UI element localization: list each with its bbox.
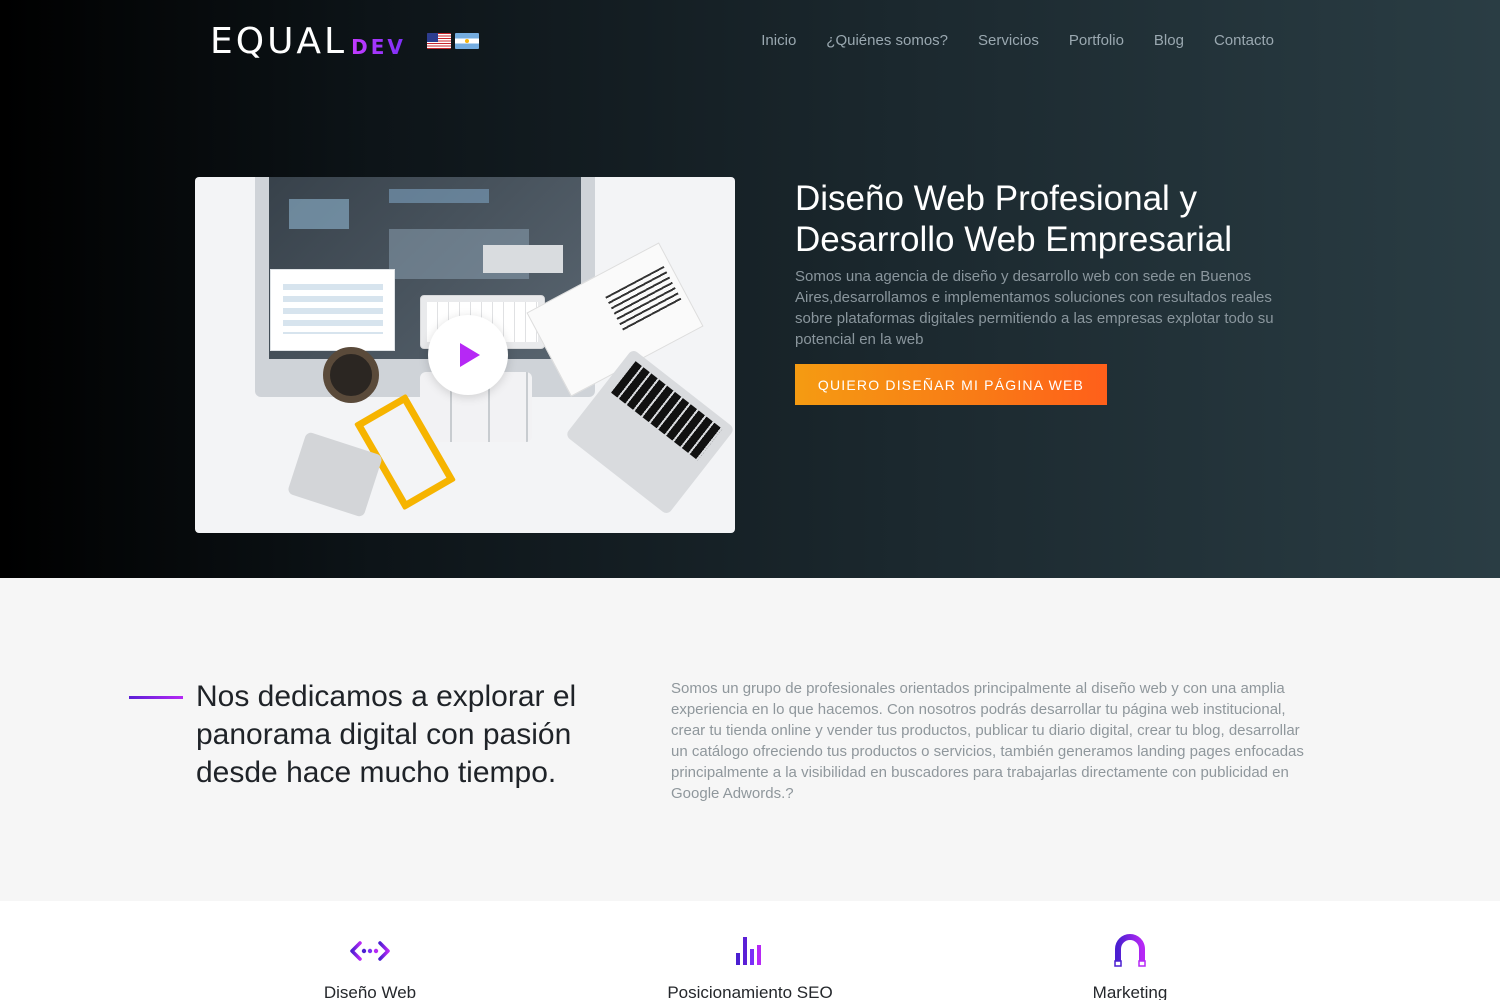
screen-block [289, 199, 349, 229]
us-flag-icon[interactable] [427, 33, 451, 49]
code-icon [350, 941, 390, 961]
title-accent-line [129, 696, 183, 699]
language-switcher [427, 33, 479, 49]
hero-section: EQUAL DEV Inicio ¿Quiénes somos? Servici… [0, 0, 1500, 578]
magnet-icon [1114, 934, 1146, 967]
service-marketing[interactable]: Marketing [1000, 931, 1260, 1000]
nav-item-contacto[interactable]: Contacto [1214, 30, 1274, 52]
nav-item-portfolio[interactable]: Portfolio [1069, 30, 1124, 52]
play-icon[interactable] [428, 315, 508, 395]
hero-title: Diseño Web Profesional y Desarrollo Web … [795, 179, 1233, 259]
service-title: Posicionamiento SEO [667, 983, 833, 1000]
nav-item-quienes-somos[interactable]: ¿Quiénes somos? [826, 30, 948, 52]
book-text-lines [605, 265, 683, 333]
about-title: Nos dedicamos a explorar el panorama dig… [196, 680, 577, 789]
service-diseno-web[interactable]: Diseño Web [240, 931, 500, 1000]
design-website-cta-button[interactable]: QUIERO DISEÑAR MI PÁGINA WEB [795, 364, 1107, 405]
logo-sub-text: DEV [351, 32, 406, 62]
imac-stand [483, 245, 563, 273]
service-title: Marketing [1092, 983, 1168, 1000]
service-posicionamiento-seo[interactable]: Posicionamiento SEO [620, 931, 880, 1000]
nav-item-inicio[interactable]: Inicio [761, 30, 796, 52]
main-menu: Inicio ¿Quiénes somos? Servicios Portfol… [761, 30, 1274, 52]
top-navigation: EQUAL DEV Inicio ¿Quiénes somos? Servici… [0, 0, 1500, 82]
nav-item-servicios[interactable]: Servicios [978, 30, 1039, 52]
bar-chart-icon [736, 937, 761, 965]
hero-video-thumbnail[interactable] [195, 177, 735, 533]
screen-block [389, 189, 489, 203]
about-description: Somos un grupo de profesionales orientad… [671, 680, 1304, 802]
service-title: Diseño Web [323, 983, 417, 1000]
equaldev-logo[interactable]: EQUAL DEV [210, 22, 406, 62]
wireframe-sheet [270, 269, 395, 351]
argentina-flag-icon[interactable] [455, 33, 479, 49]
hero-description: Somos una agencia de diseño y desarrollo… [795, 268, 1274, 348]
logo-main-text: EQUAL [210, 21, 348, 62]
nav-item-blog[interactable]: Blog [1154, 30, 1184, 52]
services-section: Diseño Web Posicionamiento SEO Marketing [0, 901, 1500, 1000]
coffee-cup-illustration [323, 347, 379, 403]
about-section: Nos dedicamos a explorar el panorama dig… [0, 578, 1500, 901]
